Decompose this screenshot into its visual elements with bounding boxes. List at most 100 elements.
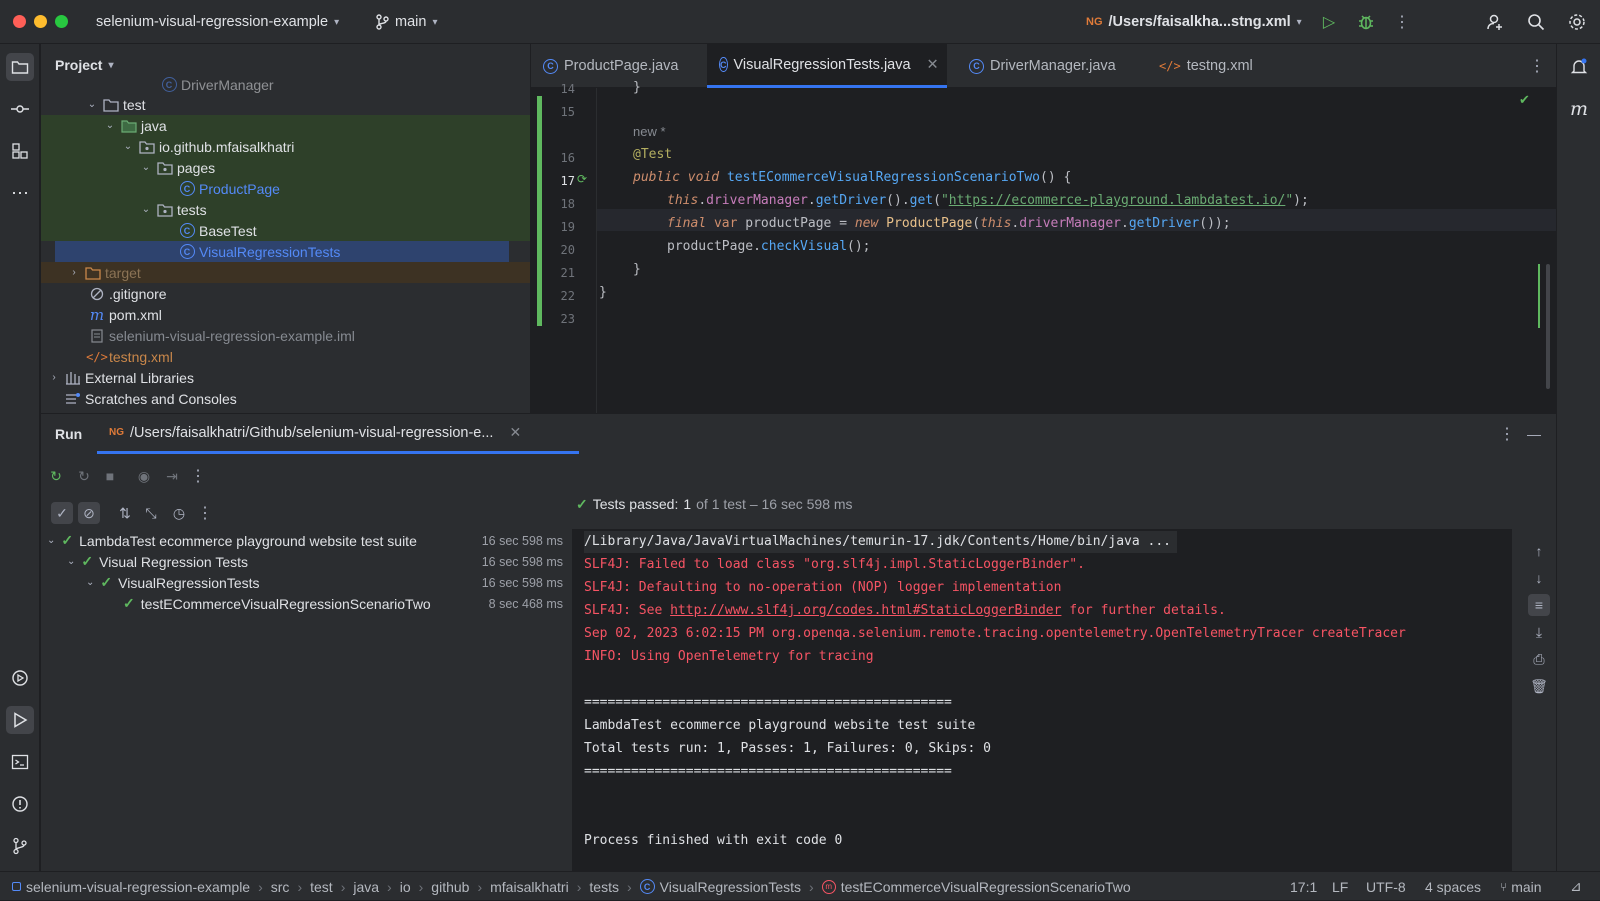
problems-tool-button[interactable] — [6, 790, 34, 818]
zoom-window-button[interactable] — [55, 15, 68, 28]
tab-drivermanager-java[interactable]: C DriverManager.java — [969, 44, 1116, 88]
tree-item-pom-xml[interactable]: m pom.xml — [41, 304, 530, 325]
stop-button[interactable]: ■ — [99, 465, 121, 487]
chevron-down-icon[interactable]: ⌄ — [47, 535, 55, 546]
indent-setting[interactable]: 4 spaces — [1425, 872, 1481, 901]
breadcrumb-item[interactable]: mfaisalkhatri — [490, 879, 569, 895]
breadcrumb-item[interactable]: tests — [589, 879, 619, 895]
chevron-down-icon[interactable]: ⌄ — [139, 162, 153, 173]
show-passed-toggle[interactable]: ✓ — [51, 502, 73, 524]
close-tab-icon[interactable]: ✕ — [509, 424, 521, 441]
minimize-window-button[interactable] — [34, 15, 47, 28]
search-everywhere-button[interactable] — [1525, 11, 1547, 33]
project-tool-button[interactable] — [6, 53, 34, 81]
scroll-to-end-button[interactable]: ⤓ — [1528, 621, 1550, 643]
url-link[interactable]: https://ecommerce-playground.lambdatest.… — [949, 193, 1286, 208]
account-button[interactable] — [1484, 11, 1506, 33]
line-separator[interactable]: LF — [1332, 872, 1348, 901]
notifications-button[interactable] — [1565, 53, 1593, 81]
project-selector[interactable]: selenium-visual-regression-example ▾ — [96, 0, 339, 44]
breadcrumb-item[interactable]: java — [353, 879, 379, 895]
chevron-down-icon[interactable]: ⌄ — [139, 204, 153, 215]
caret-position[interactable]: 17:1 — [1290, 872, 1317, 901]
tree-item-tests[interactable]: ⌄ tests — [41, 199, 530, 220]
tree-item-visualregressiontests[interactable]: C VisualRegressionTests — [55, 241, 509, 262]
run-test-gutter-icon[interactable]: ⟳ — [577, 172, 593, 188]
chevron-down-icon[interactable]: ⌄ — [86, 577, 94, 588]
tree-item-test[interactable]: ⌄ test — [41, 94, 530, 115]
screenshot-button[interactable]: ◉ — [133, 465, 155, 487]
breadcrumb-item[interactable]: testECommerceVisualRegressionScenarioTwo — [841, 879, 1131, 895]
chevron-down-icon[interactable]: ⌄ — [103, 120, 117, 131]
breadcrumb-item[interactable]: github — [431, 879, 469, 895]
usage-hint[interactable]: new * — [633, 121, 666, 143]
scroll-up-button[interactable]: ↑ — [1528, 540, 1550, 562]
slf4j-link[interactable]: http://www.slf4j.org/codes.html#StaticLo… — [670, 603, 1061, 618]
run-configuration-selector[interactable]: NG /Users/faisalkha...stng.xml ▾ — [1086, 0, 1302, 44]
breadcrumb-item[interactable]: selenium-visual-regression-example — [26, 879, 250, 895]
chevron-right-icon[interactable]: › — [67, 267, 81, 278]
no-problems-check-icon[interactable]: ✔ — [1519, 92, 1530, 108]
test-tree-item-suite[interactable]: ⌄ ✓ LambdaTest ecommerce playground webs… — [47, 530, 571, 551]
tree-item-basetest[interactable]: C BaseTest — [41, 220, 530, 241]
run-options-button[interactable]: ⋮ — [1496, 423, 1518, 445]
tree-item-gitignore[interactable]: .gitignore — [41, 283, 530, 304]
toolbar-more-button[interactable]: ⋮ — [187, 465, 209, 487]
tree-item-drivermanager[interactable]: C DriverManager — [41, 74, 530, 95]
run-tab[interactable]: NG /Users/faisalkhatri/Github/selenium-v… — [97, 414, 579, 454]
tree-item-pages[interactable]: ⌄ pages — [41, 157, 530, 178]
run-button[interactable]: ▷ — [1318, 11, 1340, 33]
tab-visualregressiontests-java[interactable]: C VisualRegressionTests.java ✕ — [707, 44, 947, 88]
scroll-down-button[interactable]: ↓ — [1528, 567, 1550, 589]
tree-item-package-root[interactable]: ⌄ io.github.mfaisalkhatri — [41, 136, 530, 157]
tree-item-productpage[interactable]: C ProductPage — [41, 178, 530, 199]
tree-item-external-libraries[interactable]: › External Libraries — [41, 367, 530, 388]
console-output[interactable]: /Library/Java/JavaVirtualMachines/temuri… — [572, 529, 1512, 872]
tree-item-target[interactable]: › target — [41, 262, 530, 283]
editor-scrollbar[interactable] — [1546, 264, 1550, 389]
chevron-right-icon[interactable]: › — [47, 372, 61, 383]
settings-button[interactable] — [1566, 11, 1588, 33]
tree-item-java[interactable]: ⌄ java — [41, 115, 530, 136]
tab-actions-button[interactable]: ⋮ — [1526, 55, 1548, 77]
chevron-down-icon[interactable]: ⌄ — [67, 556, 75, 567]
debug-button[interactable] — [1355, 11, 1377, 33]
hide-panel-button[interactable]: — — [1523, 423, 1545, 445]
tree-item-testng-xml[interactable]: </> testng.xml — [41, 346, 530, 367]
rerun-button[interactable]: ↻ — [45, 465, 67, 487]
branch-selector[interactable]: main ▾ — [375, 0, 437, 44]
run-tool-button[interactable] — [6, 706, 34, 734]
services-tool-button[interactable] — [6, 664, 34, 692]
test-tree-item-class[interactable]: ⌄ ✓ VisualRegressionTests 16 sec 598 ms — [86, 572, 571, 593]
commit-tool-button[interactable] — [6, 95, 34, 123]
collapse-all-button[interactable]: ⤡ — [140, 502, 162, 524]
more-tools-button[interactable]: ⋯ — [6, 179, 34, 207]
maven-tool-button[interactable]: m — [1565, 95, 1593, 123]
console-command-line[interactable]: /Library/Java/JavaVirtualMachines/temuri… — [584, 531, 1177, 553]
chevron-down-icon[interactable]: ⌄ — [85, 99, 99, 110]
show-ignored-toggle[interactable]: ⊘ — [78, 502, 100, 524]
git-tool-button[interactable] — [6, 832, 34, 860]
terminal-tool-button[interactable] — [6, 748, 34, 776]
sort-button[interactable]: ⇅ — [114, 502, 136, 524]
code-content[interactable]: } new * @Test public void testECommerceV… — [599, 80, 1549, 413]
clear-console-button[interactable]: 🗑 — [1528, 675, 1550, 697]
close-tab-icon[interactable]: ✕ — [927, 57, 939, 73]
rerun-failed-button[interactable]: ↻ — [73, 465, 95, 487]
close-window-button[interactable] — [13, 15, 26, 28]
vcs-branch-widget[interactable]: ⑂ main — [1500, 872, 1542, 901]
breadcrumb-item[interactable]: VisualRegressionTests — [660, 879, 801, 895]
soft-wrap-toggle[interactable]: ≡ — [1528, 594, 1550, 616]
print-button[interactable]: ⎙ — [1528, 648, 1550, 670]
file-encoding[interactable]: UTF-8 — [1366, 872, 1406, 901]
read-only-toggle[interactable]: ⊿ — [1570, 872, 1582, 901]
tab-testng-xml[interactable]: </> testng.xml — [1159, 44, 1253, 88]
more-actions-button[interactable]: ⋮ — [1391, 11, 1413, 33]
breadcrumb-item[interactable]: io — [400, 879, 411, 895]
export-button[interactable]: ⇥ — [161, 465, 183, 487]
tree-options-button[interactable]: ⋮ — [194, 502, 216, 524]
breadcrumb-item[interactable]: test — [310, 879, 333, 895]
test-tree-item-test[interactable]: ⌄ ✓ Visual Regression Tests 16 sec 598 m… — [67, 551, 571, 572]
test-history-button[interactable]: ◷ — [168, 502, 190, 524]
test-tree-item-method[interactable]: ✓ testECommerceVisualRegressionScenarioT… — [123, 593, 571, 614]
